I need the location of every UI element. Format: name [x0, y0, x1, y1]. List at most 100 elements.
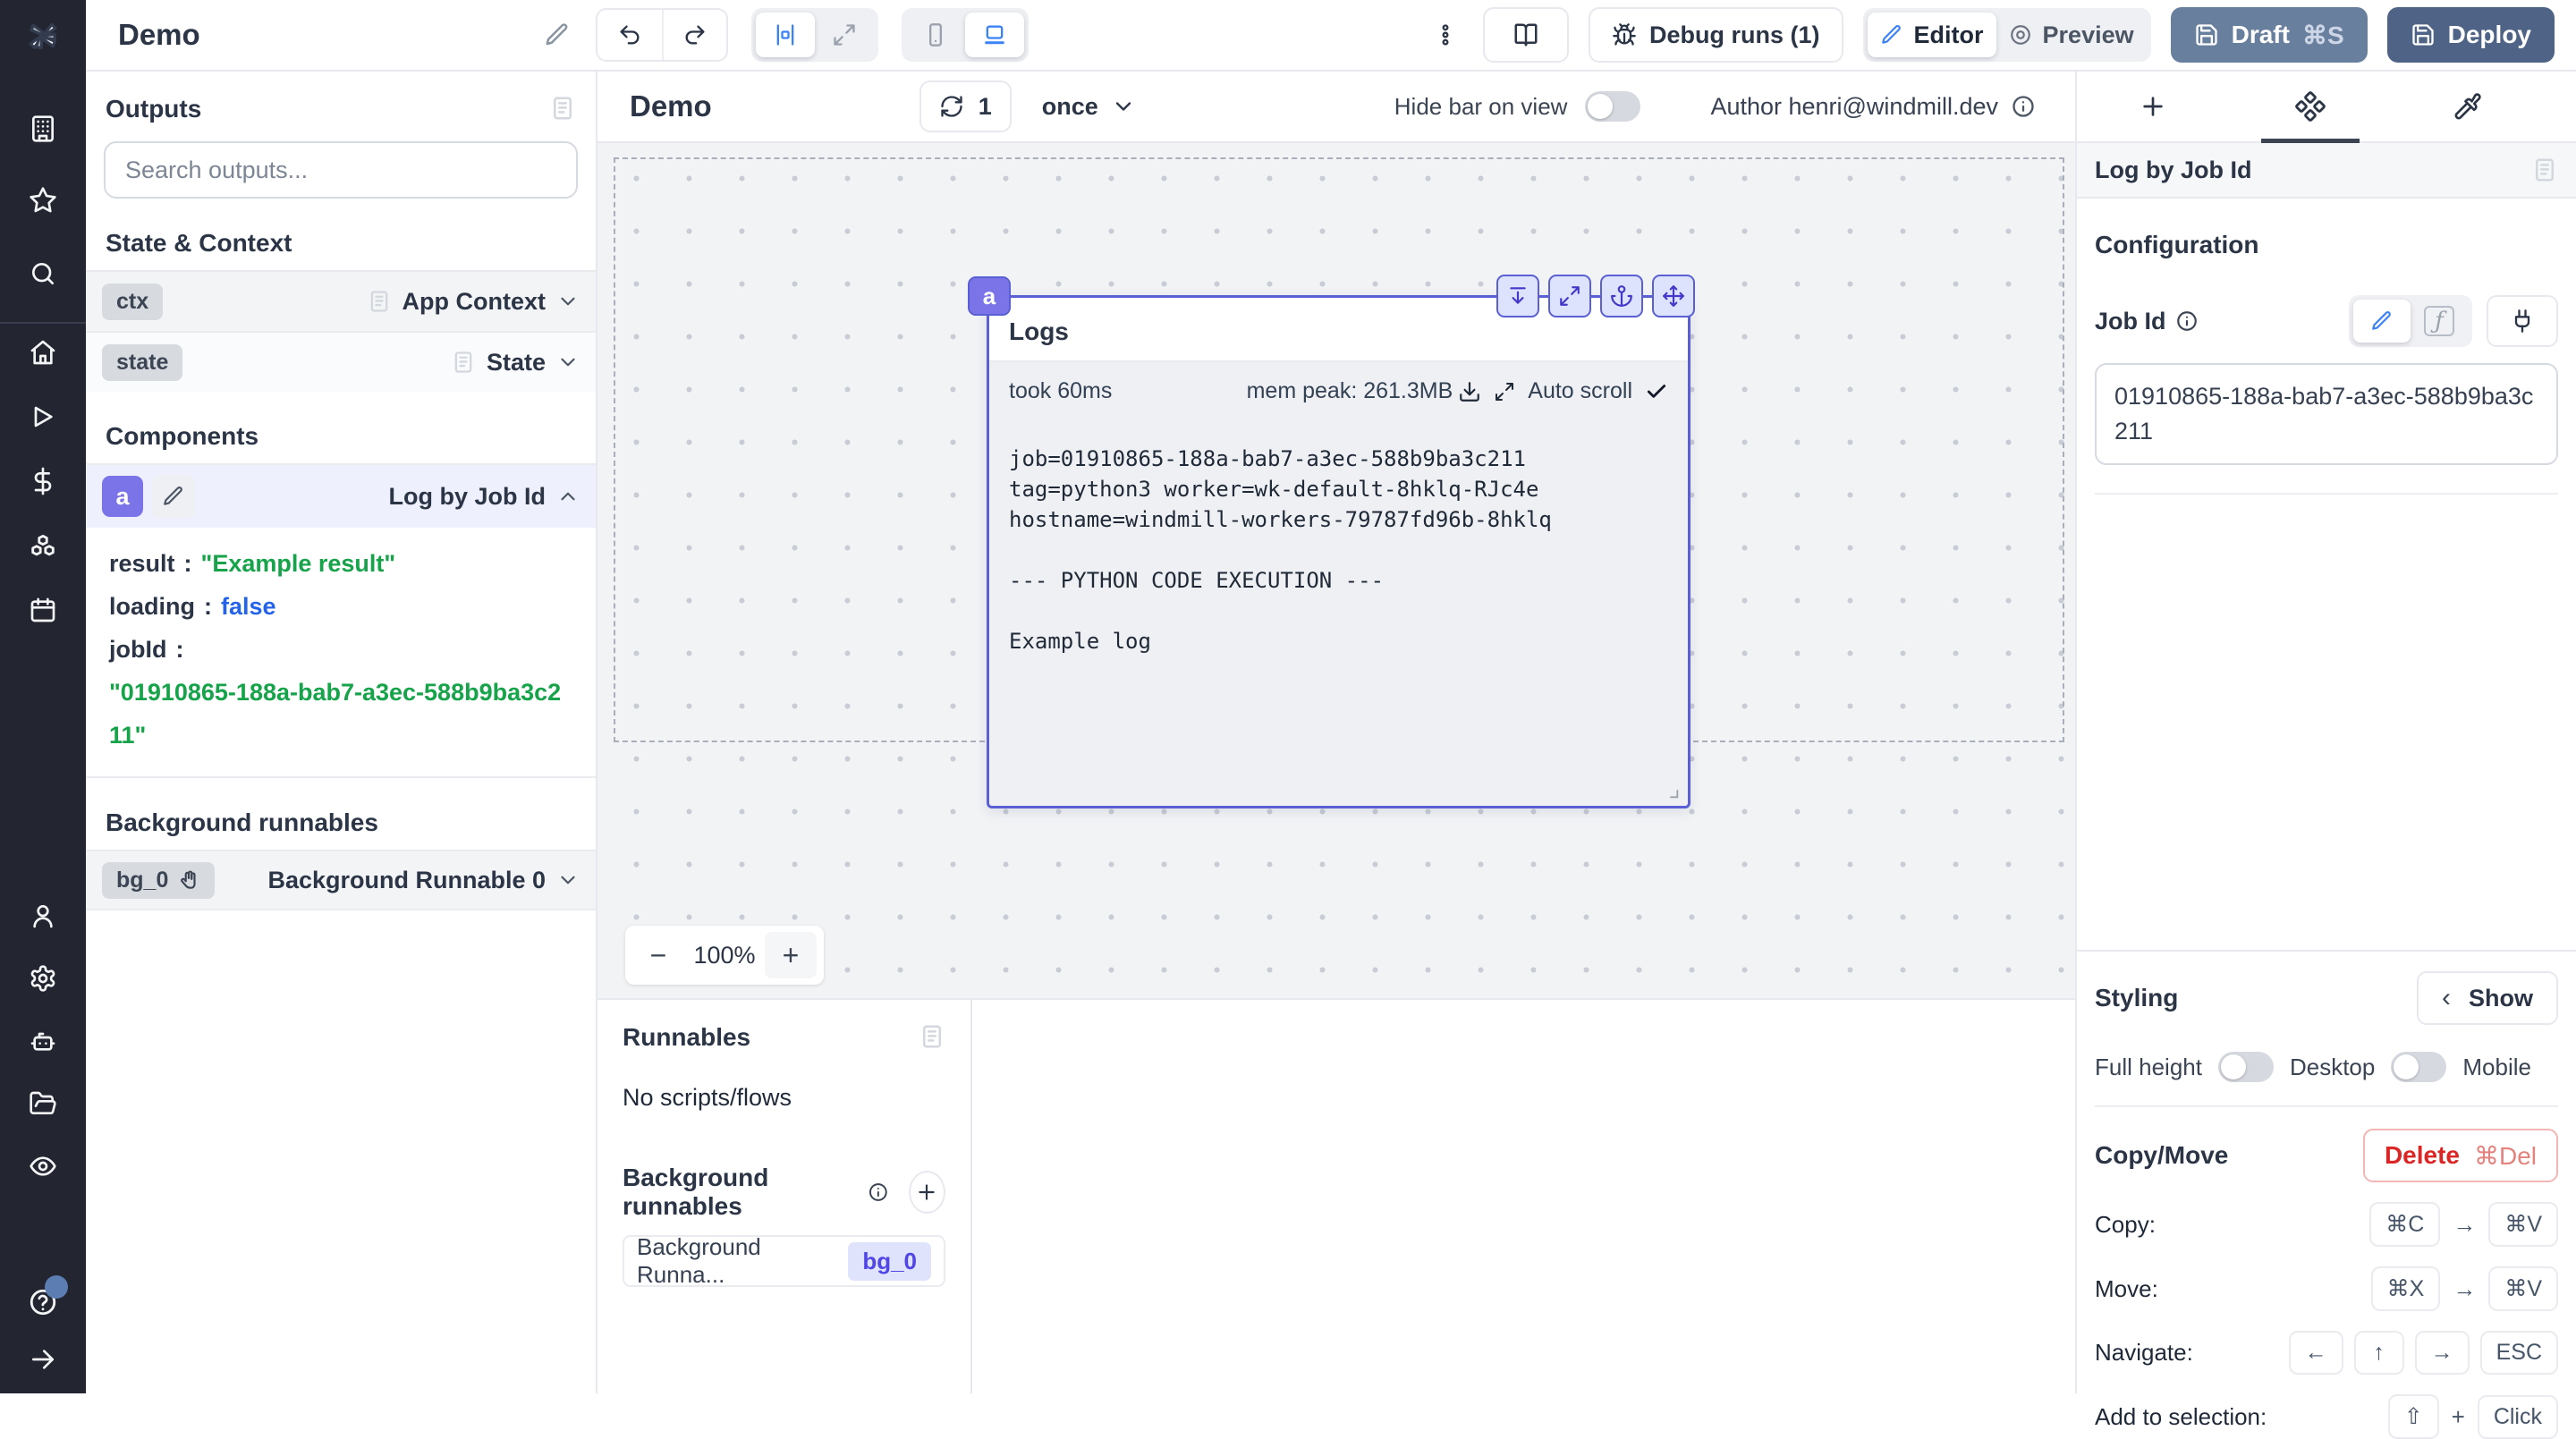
refresh-button[interactable]: 1 — [919, 80, 1012, 132]
panel-doc-icon[interactable] — [919, 1023, 945, 1050]
background-runnables-heading: Background runnables — [106, 808, 576, 837]
schedule-dropdown[interactable]: once — [1042, 93, 1136, 121]
runnables-panel: Runnables No scripts/flows Background ru… — [597, 1000, 972, 1393]
hide-bar-toggle[interactable] — [1585, 91, 1640, 122]
expand-logs-icon[interactable] — [1494, 381, 1515, 402]
full-width-layout-button[interactable] — [815, 13, 874, 57]
draft-button[interactable]: Draft ⌘S — [2171, 7, 2368, 63]
log-line: hostname=windmill-workers-79787fd96b-8hk… — [1009, 504, 1668, 535]
anchor-button[interactable] — [1600, 275, 1643, 317]
prop-jobid[interactable]: jobId: — [109, 628, 572, 671]
log-line — [1009, 596, 1668, 626]
canvas-grid-zone[interactable]: a Logs took 60ms — [597, 143, 2075, 998]
expand-down-button[interactable] — [1496, 275, 1539, 317]
chevron-left-icon: ‹ — [2442, 983, 2451, 1013]
state-row[interactable]: state State — [86, 331, 596, 392]
settings-gear-icon[interactable] — [21, 957, 64, 1000]
workspace-icon[interactable] — [21, 107, 64, 150]
expand-sidebar-arrow-icon[interactable] — [21, 1338, 64, 1381]
kbd-left: ← — [2289, 1331, 2343, 1375]
redo-button[interactable] — [662, 10, 726, 60]
info-icon[interactable] — [2175, 309, 2199, 333]
rename-component-pencil-icon[interactable] — [152, 475, 195, 518]
panel-doc-icon[interactable] — [549, 95, 576, 122]
edit-title-pencil-icon[interactable] — [544, 21, 571, 48]
log-line: Example log — [1009, 626, 1668, 656]
centered-layout-button[interactable] — [756, 13, 815, 57]
chevron-down-icon — [1111, 94, 1136, 119]
preview-tab[interactable]: Preview — [1996, 13, 2147, 57]
home-icon[interactable] — [21, 331, 64, 374]
deploy-label: Deploy — [2448, 21, 2531, 49]
search-outputs-input[interactable] — [104, 141, 578, 199]
delete-component-button[interactable]: Delete ⌘Del — [2363, 1129, 2558, 1182]
mobile-view-button[interactable] — [906, 13, 965, 57]
hide-bar-group: Hide bar on view — [1394, 91, 1641, 122]
bg-runnable-item[interactable]: Background Runna... bg_0 — [623, 1235, 945, 1287]
info-icon[interactable] — [868, 1180, 889, 1205]
runs-play-icon[interactable] — [21, 395, 64, 438]
ctx-row-label: App Context — [402, 288, 546, 316]
auto-scroll-check-icon[interactable] — [1645, 380, 1668, 403]
move-button[interactable] — [1652, 275, 1695, 317]
shortcut-row-navigate: Navigate: ← ↑ → ESC — [2095, 1331, 2558, 1375]
insert-component-tab[interactable] — [2104, 72, 2202, 141]
prop-result-value: "Example result" — [201, 550, 396, 577]
state-id-badge: state — [102, 344, 182, 381]
component-a-row[interactable]: a Log by Job Id — [86, 463, 596, 528]
workers-robot-icon[interactable] — [21, 1020, 64, 1062]
bg-runnable-item-label: Background Runna... — [637, 1233, 848, 1289]
plug-icon — [2510, 309, 2535, 334]
component-settings-tab[interactable] — [2261, 72, 2360, 141]
hide-bar-label: Hide bar on view — [1394, 93, 1568, 121]
resize-handle[interactable] — [1661, 781, 1681, 800]
ctx-row[interactable]: ctx App Context — [86, 270, 596, 331]
docs-book-button[interactable] — [1483, 7, 1569, 63]
state-context-heading: State & Context — [106, 229, 576, 258]
deploy-button[interactable]: Deploy — [2387, 7, 2555, 63]
job-id-input[interactable]: 01910865-188a-bab7-a3ec-588b9ba3c211 — [2095, 363, 2558, 465]
schedules-calendar-icon[interactable] — [21, 588, 64, 631]
audit-eye-icon[interactable] — [21, 1145, 64, 1188]
variables-dollar-icon[interactable] — [21, 460, 64, 503]
selected-component-bar: Log by Job Id — [2077, 143, 2576, 199]
canvas-layout-segment — [751, 8, 878, 62]
full-height-toggle[interactable] — [2218, 1052, 2274, 1082]
toggle-knob — [1588, 94, 1613, 119]
static-input-mode-button[interactable] — [2353, 300, 2411, 343]
user-icon[interactable] — [21, 894, 64, 937]
folders-icon[interactable] — [21, 1082, 64, 1125]
show-styling-button[interactable]: ‹ Show — [2417, 971, 2558, 1025]
debug-runs-button[interactable]: Debug runs (1) — [1589, 7, 1843, 63]
info-icon[interactable] — [2011, 94, 2036, 119]
zoom-out-button[interactable]: − — [632, 932, 684, 978]
refresh-icon — [939, 94, 964, 119]
bg-runnable-row[interactable]: bg_0 Background Runnable 0 — [86, 850, 596, 910]
favorites-star-icon[interactable] — [21, 179, 64, 222]
search-icon[interactable] — [21, 252, 64, 295]
help-icon[interactable] — [21, 1281, 64, 1324]
runnables-empty-text: No scripts/flows — [623, 1084, 945, 1112]
more-menu-icon[interactable] — [1428, 22, 1463, 47]
logs-component[interactable]: a Logs took 60ms — [987, 295, 1690, 808]
fullscreen-button[interactable] — [1548, 275, 1591, 317]
windmill-logo[interactable] — [0, 0, 86, 72]
zoom-in-button[interactable]: + — [765, 932, 817, 978]
connect-input-button[interactable] — [2487, 295, 2558, 347]
desktop-view-button[interactable] — [965, 13, 1024, 57]
editor-tab[interactable]: Editor — [1868, 13, 1996, 57]
component-tag-badge[interactable]: a — [968, 276, 1011, 316]
download-logs-icon[interactable] — [1458, 380, 1481, 403]
expression-input-mode-button[interactable]: ƒ — [2411, 300, 2468, 343]
undo-button[interactable] — [597, 10, 662, 60]
schedule-value: once — [1042, 93, 1098, 121]
canvas-app-title: Demo — [630, 89, 712, 123]
theme-tab[interactable] — [2419, 72, 2517, 141]
desktop-toggle[interactable] — [2391, 1052, 2446, 1082]
prop-result[interactable]: result:"Example result" — [109, 542, 572, 585]
prop-loading[interactable]: loading:false — [109, 585, 572, 628]
add-background-runnable-button[interactable] — [909, 1171, 945, 1214]
component-output-props: result:"Example result" loading:false jo… — [86, 528, 596, 778]
resources-cubes-icon[interactable] — [21, 524, 64, 567]
panel-doc-icon[interactable] — [2531, 157, 2558, 183]
